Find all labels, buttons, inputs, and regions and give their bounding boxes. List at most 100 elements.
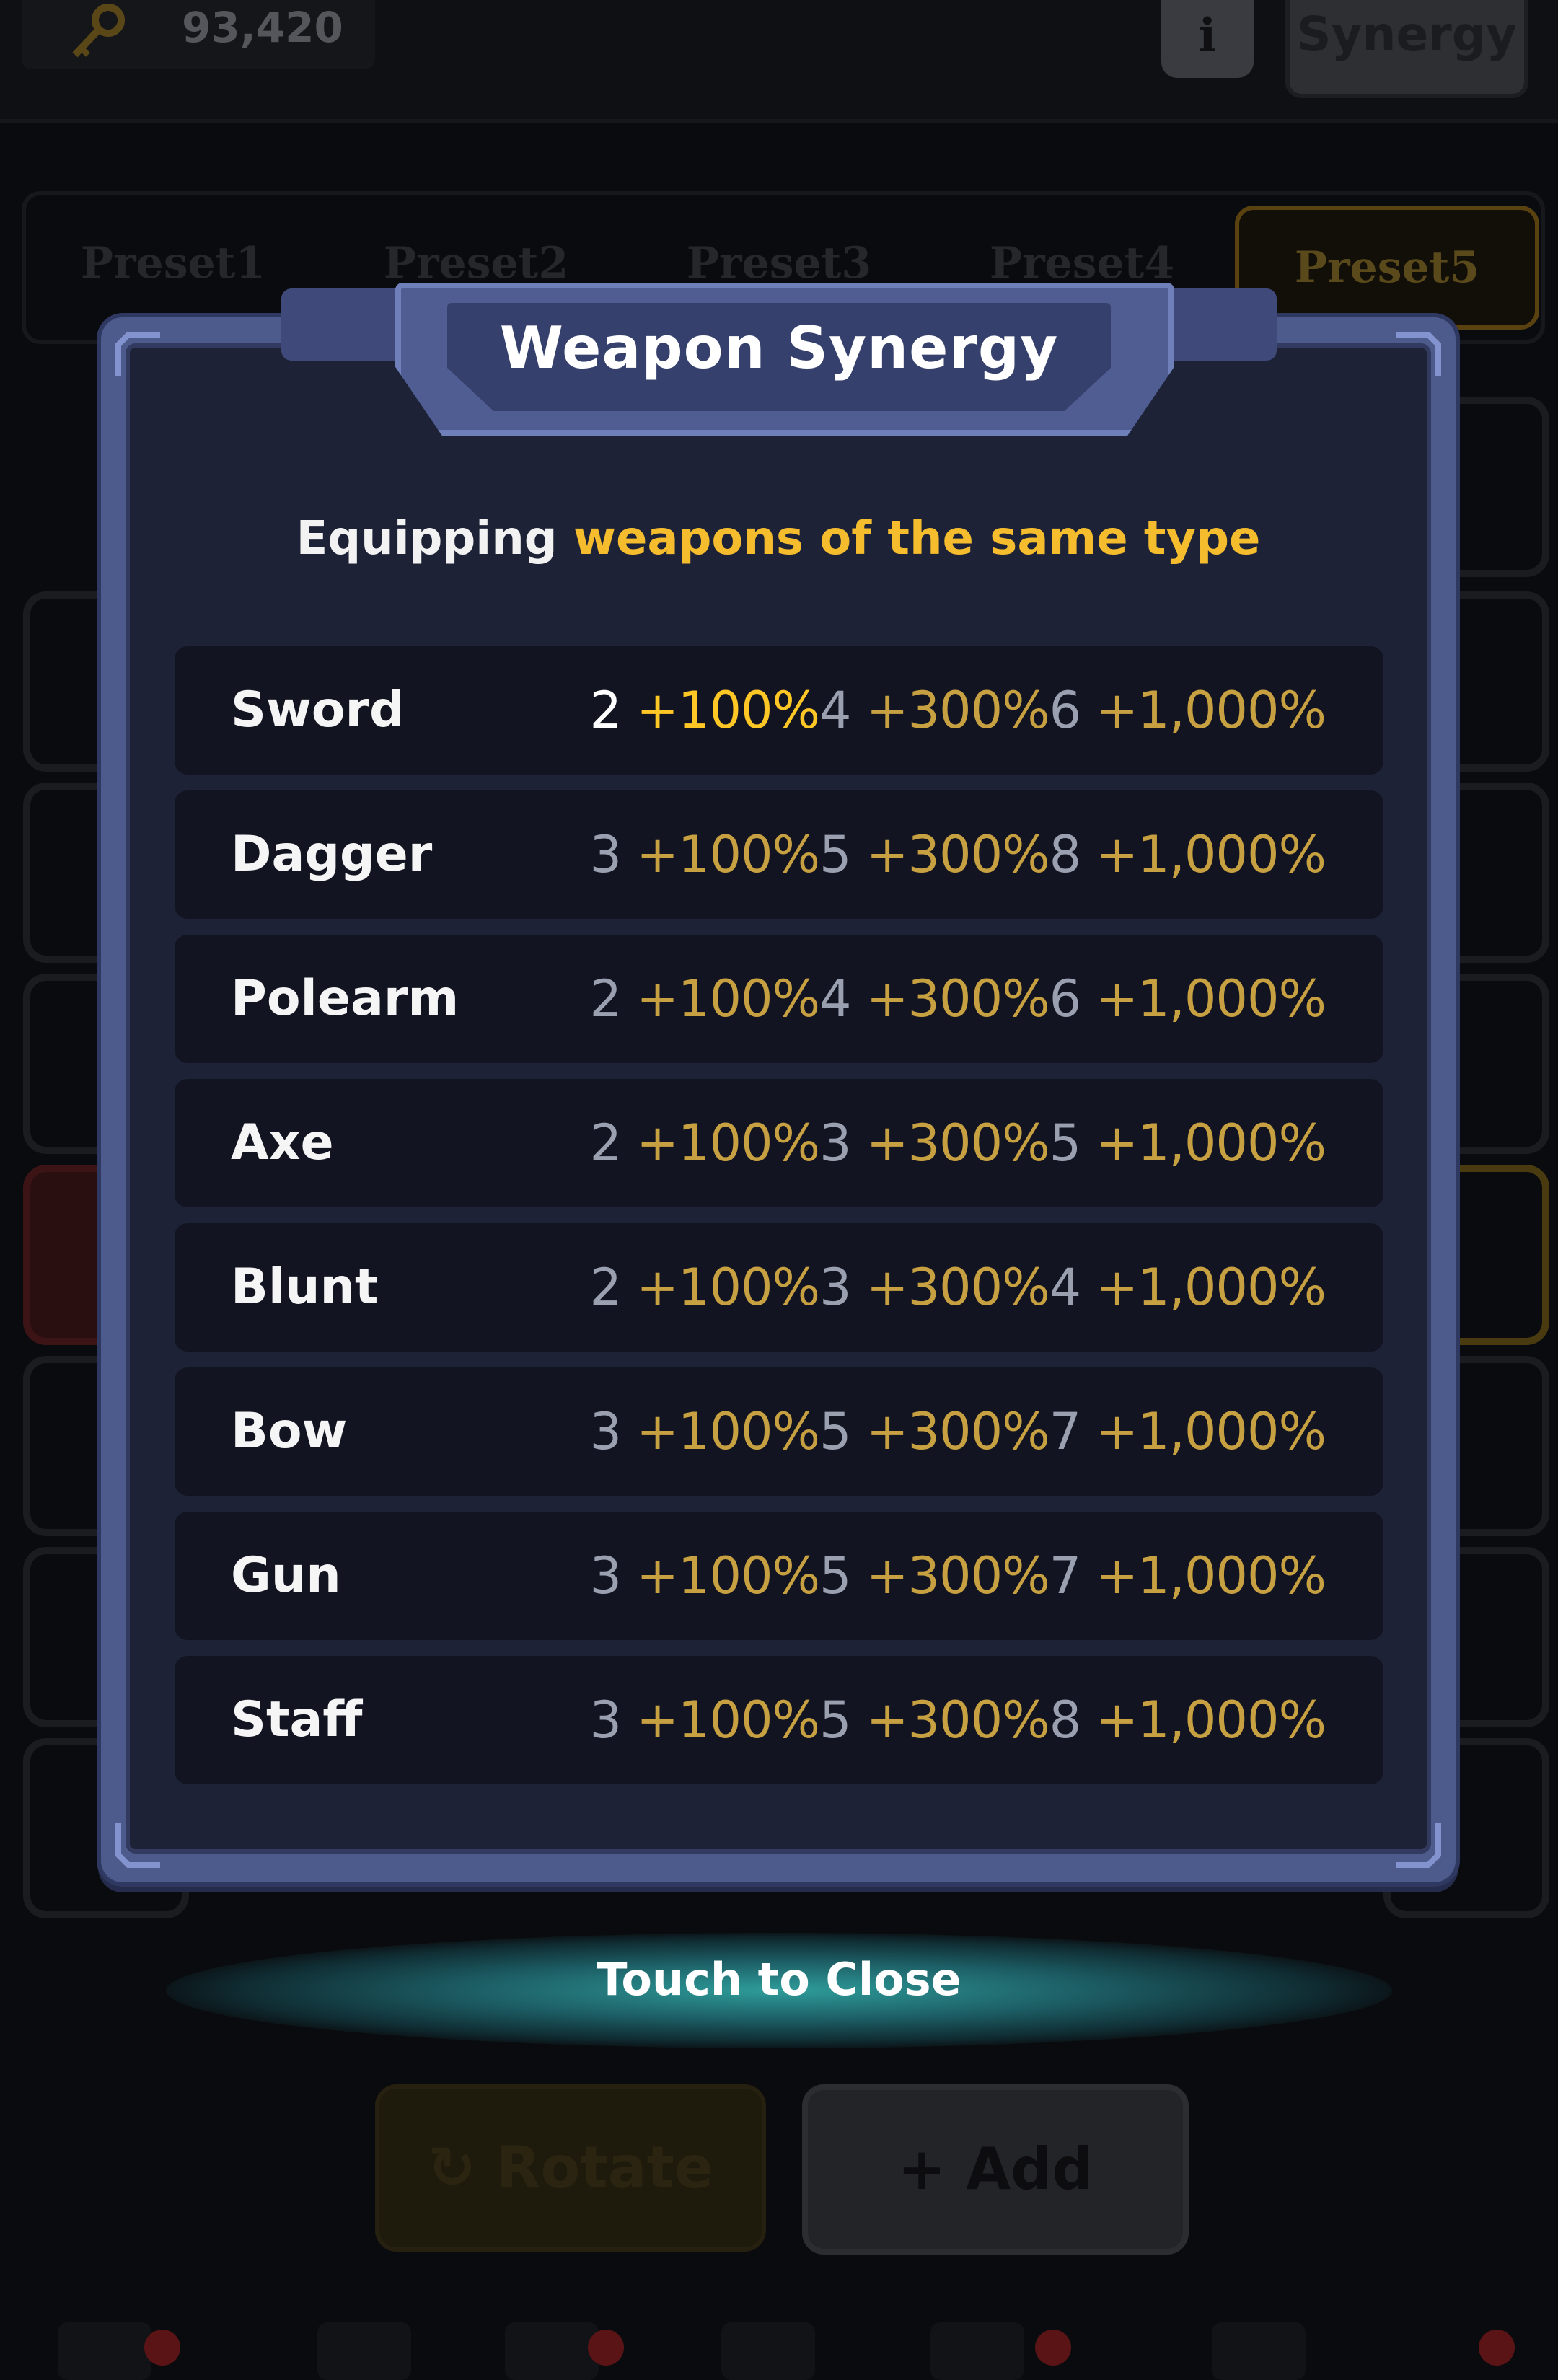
plus-icon: + bbox=[897, 2136, 946, 2203]
tier-count: 5 bbox=[819, 1691, 852, 1750]
tier-bonus: +1,000% bbox=[1096, 681, 1326, 740]
tier-count: 6 bbox=[1049, 969, 1082, 1028]
notification-dot bbox=[1035, 2330, 1071, 2366]
tier-count: 2 bbox=[589, 1258, 622, 1317]
synergy-button[interactable]: Synergy bbox=[1285, 0, 1528, 98]
refresh-icon: ↻ bbox=[427, 2134, 476, 2201]
synergy-row-sword: Sword 2 +100%4 +300%6 +1,000% bbox=[175, 646, 1383, 775]
tab-preset1[interactable]: Preset1 bbox=[36, 206, 310, 321]
tier-count: 4 bbox=[819, 681, 852, 740]
nav-item[interactable] bbox=[721, 2322, 815, 2380]
synergy-tiers: 2 +100%4 +300%6 +1,000% bbox=[589, 646, 1326, 775]
weapon-type-label: Bow bbox=[231, 1403, 348, 1460]
synergy-tiers: 3 +100%5 +300%7 +1,000% bbox=[589, 1512, 1326, 1640]
synergy-row-dagger: Dagger 3 +100%5 +300%8 +1,000% bbox=[175, 790, 1383, 919]
nav-item[interactable] bbox=[317, 2322, 411, 2380]
synergy-tiers: 2 +100%4 +300%6 +1,000% bbox=[589, 935, 1326, 1063]
tier-count: 3 bbox=[589, 1402, 622, 1461]
tier-bonus: +1,000% bbox=[1096, 825, 1326, 884]
weapon-type-label: Axe bbox=[231, 1114, 334, 1171]
tier-bonus: +1,000% bbox=[1096, 1114, 1326, 1173]
tier-count: 3 bbox=[819, 1114, 852, 1173]
synergy-row-axe: Axe 2 +100%3 +300%5 +1,000% bbox=[175, 1079, 1383, 1207]
synergy-row-blunt: Blunt 2 +100%3 +300%4 +1,000% bbox=[175, 1223, 1383, 1352]
nav-item[interactable] bbox=[930, 2322, 1024, 2380]
tier-bonus: +300% bbox=[866, 1546, 1050, 1605]
tier-bonus: +300% bbox=[866, 1691, 1050, 1750]
tier-count: 3 bbox=[819, 1258, 852, 1317]
synergy-tiers: 3 +100%5 +300%7 +1,000% bbox=[589, 1367, 1326, 1496]
tier-bonus: +300% bbox=[866, 1114, 1050, 1173]
weapon-type-label: Dagger bbox=[231, 826, 433, 883]
tier-bonus: +1,000% bbox=[1096, 1402, 1326, 1461]
rotate-button[interactable]: ↻ Rotate bbox=[375, 2084, 766, 2252]
tier-bonus: +100% bbox=[636, 681, 820, 740]
tier-bonus: +100% bbox=[636, 1691, 820, 1750]
tier-count: 3 bbox=[589, 1546, 622, 1605]
tier-count: 2 bbox=[589, 1114, 622, 1173]
synergy-tiers: 2 +100%3 +300%5 +1,000% bbox=[589, 1079, 1326, 1207]
subtitle-highlight: weapons of the same type bbox=[573, 512, 1261, 565]
touch-to-close-button[interactable]: Touch to Close bbox=[166, 1953, 1392, 2006]
rotate-label: Rotate bbox=[496, 2134, 714, 2201]
tier-bonus: +300% bbox=[866, 1258, 1050, 1317]
info-button[interactable]: i bbox=[1161, 0, 1254, 78]
tier-count: 2 bbox=[589, 969, 622, 1028]
tier-count: 6 bbox=[1049, 681, 1082, 740]
tier-count: 3 bbox=[589, 825, 622, 884]
synergy-row-staff: Staff 3 +100%5 +300%8 +1,000% bbox=[175, 1656, 1383, 1784]
currency-value: 93,420 bbox=[182, 3, 343, 52]
tier-count: 7 bbox=[1049, 1546, 1082, 1605]
corner-ornament-icon bbox=[115, 332, 160, 376]
tier-bonus: +100% bbox=[636, 1114, 820, 1173]
weapon-type-label: Blunt bbox=[231, 1259, 379, 1315]
add-label: Add bbox=[966, 2136, 1093, 2203]
tier-bonus: +300% bbox=[866, 1402, 1050, 1461]
tier-count: 3 bbox=[589, 1691, 622, 1750]
tier-bonus: +100% bbox=[636, 1402, 820, 1461]
key-icon bbox=[72, 4, 125, 58]
synergy-tiers: 2 +100%3 +300%4 +1,000% bbox=[589, 1223, 1326, 1352]
tier-count: 4 bbox=[819, 969, 852, 1028]
weapon-type-label: Sword bbox=[231, 682, 405, 739]
tier-bonus: +100% bbox=[636, 1546, 820, 1605]
notification-dot bbox=[144, 2330, 180, 2366]
tier-count: 4 bbox=[1049, 1258, 1082, 1317]
currency-display: 93,420 bbox=[22, 0, 375, 69]
tier-bonus: +1,000% bbox=[1096, 1258, 1326, 1317]
tier-count: 5 bbox=[819, 1546, 852, 1605]
synergy-row-polearm: Polearm 2 +100%4 +300%6 +1,000% bbox=[175, 935, 1383, 1063]
tier-bonus: +300% bbox=[866, 681, 1050, 740]
tier-bonus: +1,000% bbox=[1096, 969, 1326, 1028]
synergy-row-gun: Gun 3 +100%5 +300%7 +1,000% bbox=[175, 1512, 1383, 1640]
add-button[interactable]: + Add bbox=[802, 2084, 1189, 2255]
tier-count: 5 bbox=[819, 1402, 852, 1461]
corner-ornament-icon bbox=[1396, 1823, 1441, 1868]
tier-bonus: +300% bbox=[866, 825, 1050, 884]
corner-ornament-icon bbox=[115, 1823, 160, 1868]
nav-item[interactable] bbox=[505, 2322, 599, 2380]
tier-count: 8 bbox=[1049, 1691, 1082, 1750]
modal-title: Weapon Synergy bbox=[499, 314, 1059, 382]
tier-bonus: +1,000% bbox=[1096, 1546, 1326, 1605]
weapon-type-label: Polearm bbox=[231, 970, 459, 1027]
tab-preset5[interactable]: Preset5 bbox=[1235, 206, 1539, 330]
notification-dot bbox=[588, 2330, 624, 2366]
tier-bonus: +300% bbox=[866, 969, 1050, 1028]
tier-bonus: +1,000% bbox=[1096, 1691, 1326, 1750]
tier-count: 5 bbox=[1049, 1114, 1082, 1173]
tier-count: 8 bbox=[1049, 825, 1082, 884]
tier-bonus: +100% bbox=[636, 825, 820, 884]
nav-item[interactable] bbox=[58, 2322, 151, 2380]
nav-item[interactable] bbox=[1212, 2322, 1306, 2380]
weapon-type-label: Staff bbox=[231, 1691, 363, 1748]
synergy-tiers: 3 +100%5 +300%8 +1,000% bbox=[589, 1656, 1326, 1784]
weapon-type-label: Gun bbox=[231, 1547, 341, 1604]
tier-count: 5 bbox=[819, 825, 852, 884]
tier-count: 2 bbox=[589, 681, 622, 740]
tier-count: 7 bbox=[1049, 1402, 1082, 1461]
tier-bonus: +100% bbox=[636, 1258, 820, 1317]
synergy-tiers: 3 +100%5 +300%8 +1,000% bbox=[589, 790, 1326, 919]
modal-subtitle: Equipping weapons of the same type bbox=[101, 512, 1456, 565]
top-bar: 93,420 i Synergy bbox=[0, 0, 1558, 123]
